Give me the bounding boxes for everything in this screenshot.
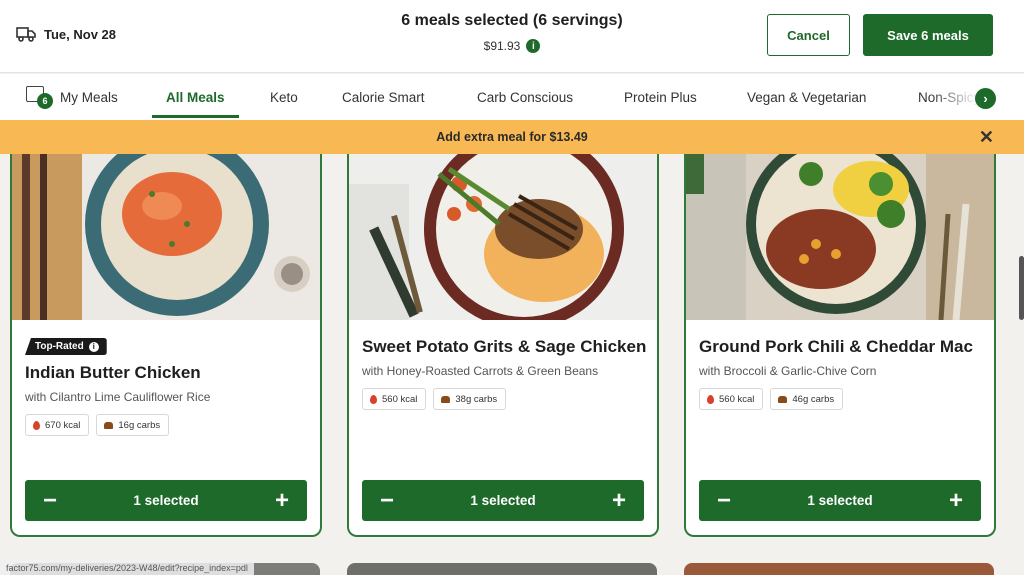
link-status-bar: factor75.com/my-deliveries/2023-W48/edit… [0,562,254,575]
order-total: $91.93 i [484,39,541,53]
carbs-chip: 46g carbs [770,388,844,410]
info-icon[interactable]: i [88,341,99,352]
tab-label: All Meals [166,89,225,105]
increase-button[interactable]: + [267,480,297,521]
flame-icon [370,394,377,404]
meal-category-tabs: 6 My Meals All Meals Keto Calorie Smart … [0,74,1024,120]
tab-carb-conscious[interactable]: Carb Conscious [477,74,573,120]
meal-name[interactable]: Indian Butter Chicken [25,362,311,383]
pork-chili-mac-photo [686,154,994,320]
tab-label: Vegan & Vegetarian [747,89,867,105]
order-total-price: $91.93 [483,39,521,53]
tab-calorie-smart[interactable]: Calorie Smart [342,74,425,120]
meal-side: with Honey-Roasted Carrots & Green Beans [362,364,599,378]
meal-side: with Broccoli & Garlic-Chive Corn [699,364,877,378]
calories-value: 670 kcal [45,419,81,431]
tab-label: Protein Plus [624,89,697,105]
nutrition-chips: 560 kcal 46g carbs [699,388,985,410]
tab-my-meals[interactable]: 6 My Meals [26,74,118,120]
info-icon[interactable]: i [526,39,541,53]
top-rated-label: Top-Rated [35,341,84,352]
tab-label: My Meals [60,89,118,105]
selected-count: 1 selected [133,493,199,508]
carbs-chip: 38g carbs [433,388,507,410]
tab-label: Keto [270,89,298,105]
selected-count: 1 selected [807,493,873,508]
chevron-right-icon[interactable]: › [975,88,996,109]
save-meals-button[interactable]: Save 6 meals [863,14,993,56]
decrease-button[interactable]: − [709,480,739,521]
meal-name[interactable]: Sweet Potato Grits & Sage Chicken [362,336,648,357]
decrease-button[interactable]: − [372,480,402,521]
butter-chicken-photo [12,154,320,320]
meal-info: Top-Rated i Indian Butter Chicken with C… [25,336,311,436]
meal-image[interactable] [12,154,320,320]
top-header: Tue, Nov 28 6 meals selected (6 servings… [0,0,1024,73]
carbs-chip: 16g carbs [96,414,170,436]
carbs-value: 46g carbs [792,393,835,405]
tab-vegan-vegetarian[interactable]: Vegan & Vegetarian [747,74,866,120]
meal-side: with Cilantro Lime Cauliflower Rice [25,390,211,404]
extra-meal-banner-text: Add extra meal for $13.49 [436,130,588,144]
top-rated-badge: Top-Rated i [25,338,107,355]
carbs-value: 38g carbs [455,393,498,405]
meal-image[interactable] [686,154,994,320]
meal-info: Sweet Potato Grits & Sage Chicken with H… [362,336,648,410]
carbs-value: 16g carbs [118,419,161,431]
quantity-stepper: − 1 selected + [25,480,307,521]
calories-value: 560 kcal [719,393,755,405]
quantity-stepper: − 1 selected + [699,480,981,521]
close-icon[interactable]: ✕ [979,120,994,154]
cancel-button[interactable]: Cancel [767,14,850,56]
nutrition-chips: 560 kcal 38g carbs [362,388,648,410]
tab-label: Carb Conscious [477,89,574,105]
bread-icon [441,395,451,403]
tab-all-meals[interactable]: All Meals [152,74,238,120]
meal-image[interactable] [349,154,657,320]
scrollbar-thumb[interactable] [1019,256,1024,320]
meal-card-peek[interactable] [684,563,994,575]
sage-chicken-photo [349,154,657,320]
meal-box-icon: 6 [26,84,53,110]
decrease-button[interactable]: − [35,480,65,521]
tab-protein-plus[interactable]: Protein Plus [624,74,697,120]
meal-card-peek[interactable] [347,563,657,575]
selected-count: 1 selected [470,493,536,508]
meal-card[interactable]: Sweet Potato Grits & Sage Chicken with H… [347,154,659,537]
quantity-stepper: − 1 selected + [362,480,644,521]
calories-value: 560 kcal [382,393,418,405]
my-meals-count-badge: 6 [37,93,53,109]
flame-icon [707,394,714,404]
nutrition-chips: 670 kcal 16g carbs [25,414,311,436]
meal-card[interactable]: Top-Rated i Indian Butter Chicken with C… [10,154,322,537]
meal-name[interactable]: Ground Pork Chili & Cheddar Mac [699,336,985,357]
increase-button[interactable]: + [941,480,971,521]
meal-card[interactable]: Ground Pork Chili & Cheddar Mac with Bro… [684,154,996,537]
bread-icon [778,395,788,403]
flame-icon [33,420,40,430]
calories-chip: 560 kcal [699,388,764,410]
meal-info: Ground Pork Chili & Cheddar Mac with Bro… [699,336,985,410]
bread-icon [104,421,114,429]
extra-meal-banner[interactable]: Add extra meal for $13.49 ✕ [0,120,1024,154]
tab-label: Calorie Smart [342,89,425,105]
calories-chip: 670 kcal [25,414,90,436]
tab-keto[interactable]: Keto [270,74,298,120]
calories-chip: 560 kcal [362,388,427,410]
increase-button[interactable]: + [604,480,634,521]
